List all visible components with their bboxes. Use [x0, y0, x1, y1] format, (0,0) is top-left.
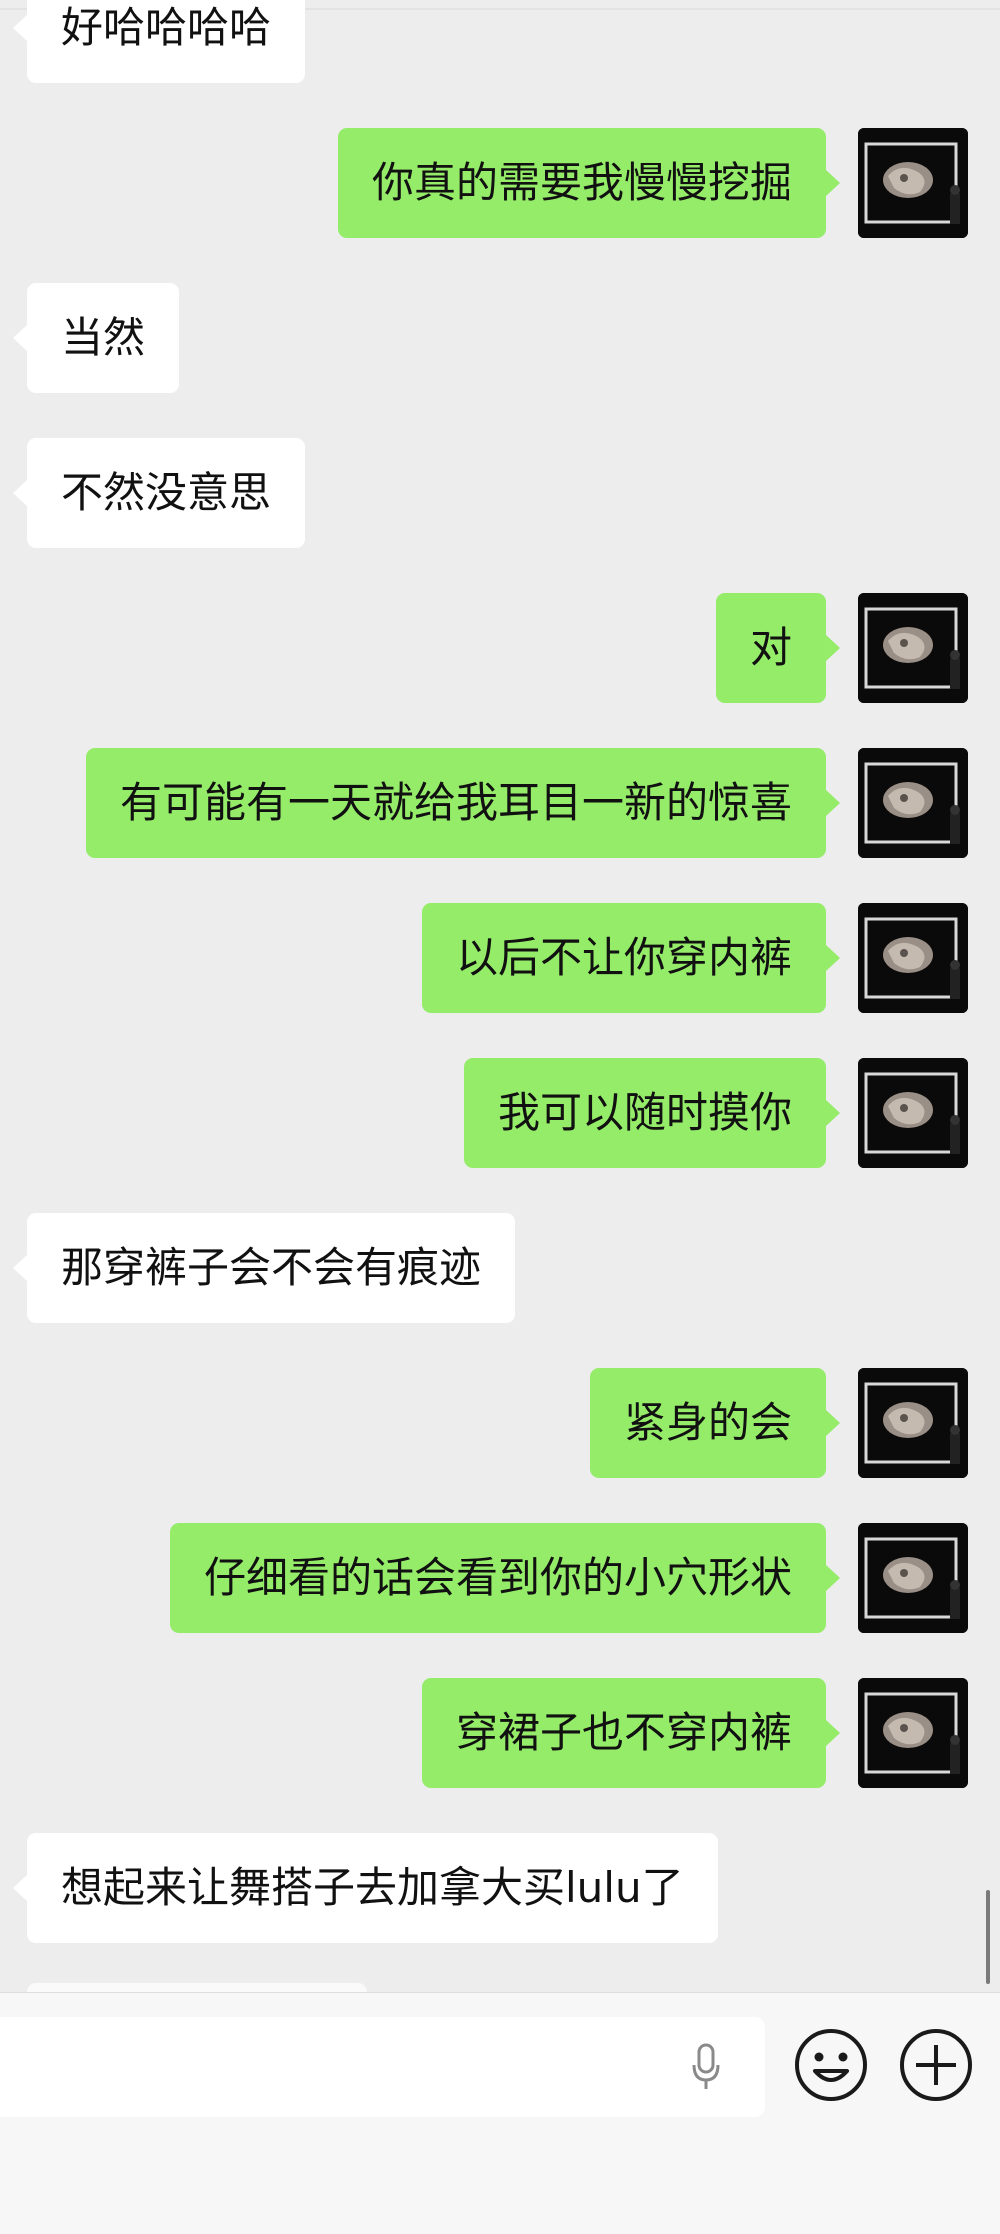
message-bubble[interactable]: 仔细看的话会看到你的小穴形状	[169, 1523, 841, 1633]
message-bubble[interactable]: 想起来让舞搭子去加拿大买lulu了	[13, 1833, 718, 1943]
chat-input-bar	[0, 1992, 1000, 2234]
message-bubble[interactable]: 我可以随时摸你	[463, 1058, 841, 1168]
message-bubble[interactable]: 紧身的会	[589, 1368, 841, 1478]
incoming-message: 当然	[0, 283, 1000, 393]
outgoing-message: 仔细看的话会看到你的小穴形状	[0, 1523, 1000, 1633]
message-bubble[interactable]: 那穿裤子会不会有痕迹	[12, 1213, 516, 1323]
outgoing-message: 穿裙子也不穿内裤	[0, 1678, 1000, 1788]
message-input[interactable]	[0, 2017, 765, 2117]
microphone-icon[interactable]	[680, 2017, 732, 2117]
outgoing-message: 对	[0, 593, 1000, 703]
message-bubble[interactable]: 有可能有一天就给我耳目一新的惊喜	[85, 748, 841, 858]
incoming-message: 不然没意思	[0, 438, 1000, 548]
avatar[interactable]	[858, 1368, 968, 1478]
message-bubble[interactable]: 对	[715, 593, 841, 703]
message-bubble[interactable]: 不然没意思	[12, 438, 306, 548]
smiley-face-icon[interactable]	[791, 2025, 871, 2105]
message-bubble[interactable]: 当然	[12, 283, 180, 393]
message-bubble[interactable]: 穿裙子也不穿内裤	[421, 1678, 841, 1788]
outgoing-message: 你真的需要我慢慢挖掘	[0, 128, 1000, 238]
outgoing-message: 我可以随时摸你	[0, 1058, 1000, 1168]
avatar[interactable]	[858, 748, 968, 858]
avatar[interactable]	[858, 1678, 968, 1788]
avatar[interactable]	[858, 903, 968, 1013]
incoming-message: 好哈哈哈哈	[0, 0, 1000, 83]
chat-scrollbar[interactable]	[986, 1890, 990, 1984]
avatar[interactable]	[858, 1523, 968, 1633]
incoming-message: 想起来让舞搭子去加拿大买lulu了	[0, 1833, 1000, 1943]
outgoing-message: 有可能有一天就给我耳目一新的惊喜	[0, 748, 1000, 858]
incoming-message: 那穿裤子会不会有痕迹	[0, 1213, 1000, 1323]
outgoing-message: 紧身的会	[0, 1368, 1000, 1478]
avatar[interactable]	[858, 593, 968, 703]
message-bubble[interactable]: 以后不让你穿内裤	[421, 903, 841, 1013]
message-bubble[interactable]: 你真的需要我慢慢挖掘	[337, 128, 841, 238]
message-bubble[interactable]: 好哈哈哈哈	[12, 0, 306, 83]
outgoing-message: 以后不让你穿内裤	[0, 903, 1000, 1013]
plus-circle-icon[interactable]	[896, 2025, 976, 2105]
chat-message-list[interactable]: 好哈哈哈哈 你真的需要我慢慢挖掘当然不然没意思对有可能有一天就给我耳目一新的惊喜以…	[0, 0, 1000, 1992]
avatar[interactable]	[858, 128, 968, 238]
avatar[interactable]	[858, 1058, 968, 1168]
